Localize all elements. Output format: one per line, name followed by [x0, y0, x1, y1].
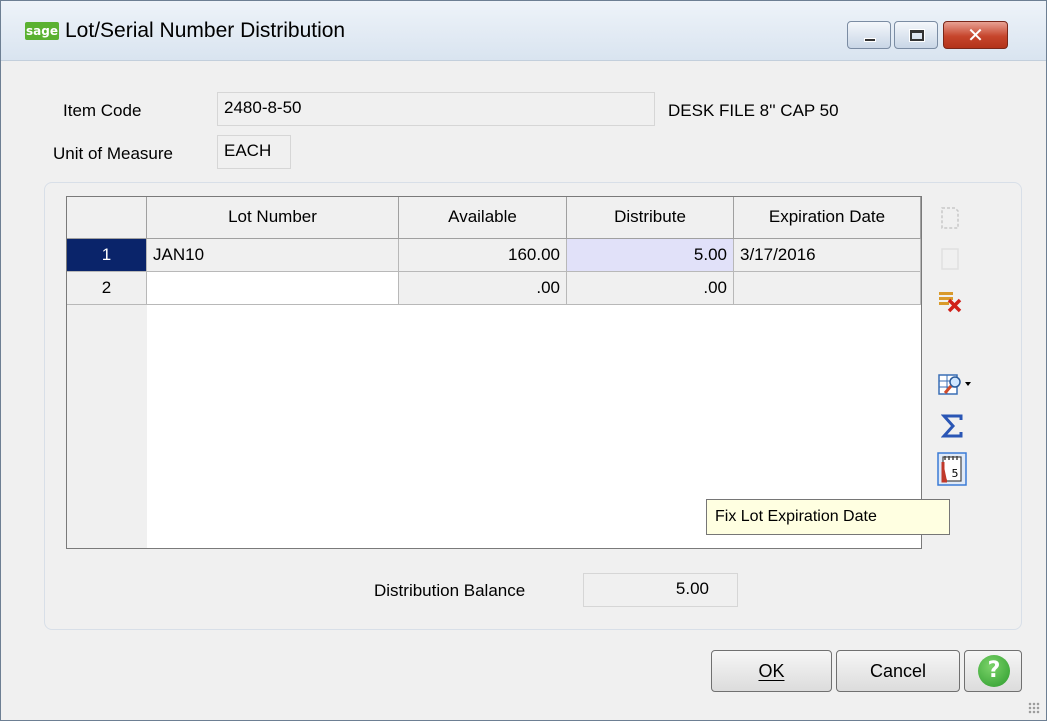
- calendar-fix-icon[interactable]: 5: [937, 452, 967, 486]
- cell-expiration-date-1: 3/17/2016: [734, 239, 921, 272]
- column-header-distribute[interactable]: Distribute: [567, 197, 734, 239]
- blank-row-icon[interactable]: [938, 246, 962, 270]
- ok-button[interactable]: OK: [711, 650, 832, 692]
- delete-row-icon[interactable]: [937, 288, 962, 313]
- cancel-button[interactable]: Cancel: [836, 650, 960, 692]
- column-header-available[interactable]: Available: [399, 197, 567, 239]
- item-description: DESK FILE 8'' CAP 50: [668, 101, 839, 120]
- close-button[interactable]: ✕: [943, 21, 1008, 49]
- insert-row-icon[interactable]: [938, 205, 962, 229]
- minimize-button[interactable]: [847, 21, 891, 49]
- cancel-button-label: Cancel: [869, 661, 927, 681]
- column-header-expiration-date[interactable]: Expiration Date: [734, 197, 921, 239]
- distribution-balance-label: Distribution Balance: [374, 581, 526, 600]
- title-bar[interactable]: sage Lot/Serial Number Distribution ✕: [1, 1, 1046, 61]
- help-button[interactable]: ?: [964, 650, 1022, 692]
- cell-distribute-1[interactable]: 5.00: [567, 239, 734, 272]
- svg-text:5: 5: [952, 467, 959, 480]
- cell-lot-number-1[interactable]: JAN10: [147, 239, 399, 272]
- sum-icon[interactable]: [940, 413, 965, 438]
- help-icon: ?: [978, 655, 1010, 687]
- sage-app-icon: sage: [25, 22, 59, 40]
- unit-of-measure-label: Unit of Measure: [53, 144, 173, 163]
- cell-lot-number-2[interactable]: [147, 272, 399, 305]
- item-code-label: Item Code: [63, 101, 142, 120]
- tooltip-fix-lot-expiration: Fix Lot Expiration Date: [706, 499, 950, 535]
- distribution-balance-field: 5.00: [583, 573, 738, 607]
- resize-grip-icon[interactable]: [1028, 702, 1040, 714]
- lot-distribution-grid[interactable]: Lot Number Available Distribute Expirati…: [66, 196, 922, 549]
- grid-corner-header: [67, 197, 147, 239]
- item-code-field: 2480-8-50: [217, 92, 655, 126]
- close-icon: ✕: [967, 23, 984, 47]
- minimize-icon: [864, 38, 876, 42]
- window-title: Lot/Serial Number Distribution: [65, 19, 346, 42]
- column-header-lot-number[interactable]: Lot Number: [147, 197, 399, 239]
- customize-grid-icon[interactable]: [937, 372, 971, 396]
- maximize-icon: [909, 29, 925, 42]
- ok-button-label: OK: [758, 661, 785, 681]
- unit-of-measure-field: EACH: [217, 135, 291, 169]
- maximize-button[interactable]: [894, 21, 938, 49]
- lot-serial-distribution-window: sage Lot/Serial Number Distribution ✕ It…: [0, 0, 1047, 721]
- row-header-2[interactable]: 2: [67, 272, 147, 305]
- cell-distribute-2[interactable]: .00: [567, 272, 734, 305]
- cell-expiration-date-2: [734, 272, 921, 305]
- cell-available-1: 160.00: [399, 239, 567, 272]
- row-header-1[interactable]: 1: [67, 239, 147, 272]
- cell-available-2: .00: [399, 272, 567, 305]
